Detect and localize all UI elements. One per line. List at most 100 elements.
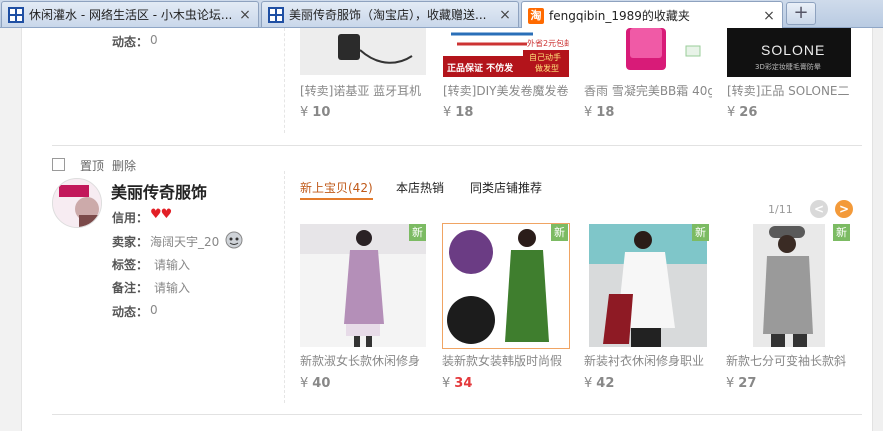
dynamic-label: 动态： <box>112 35 149 49</box>
tags-label: 标签： <box>112 258 149 272</box>
product-photo <box>753 224 825 347</box>
item-title[interactable]: [转卖]正品 SOLONE二 <box>727 82 855 99</box>
currency-symbol: ¥ <box>584 376 593 391</box>
item-title[interactable]: 装新款女装韩版时尚假 <box>442 352 570 369</box>
price-value: 26 <box>739 105 758 120</box>
divider <box>284 171 285 403</box>
store-name[interactable]: 美丽传奇服饰 <box>111 179 207 203</box>
close-icon[interactable]: × <box>238 7 252 23</box>
tab-similar-stores[interactable]: 同类店铺推荐 <box>470 179 542 196</box>
currency-symbol: ¥ <box>726 376 735 391</box>
store-avatar[interactable] <box>52 178 102 228</box>
close-icon[interactable]: × <box>762 8 776 24</box>
item-image[interactable] <box>753 224 825 347</box>
tags-input[interactable]: 请输入 <box>154 256 190 273</box>
price-value: 27 <box>738 376 757 391</box>
item-price: ¥18 <box>584 105 614 120</box>
browser-tab-strip: 休闲灌水 - 网络生活区 - 小木虫论坛... × 美丽传奇服饰（淘宝店），收藏… <box>0 0 883 29</box>
price-value: 18 <box>596 105 615 120</box>
item-price: ¥10 <box>300 105 330 120</box>
item-title[interactable]: 新款淑女长款休闲修身 <box>300 352 428 369</box>
item-price: ¥26 <box>727 105 757 120</box>
avatar-image <box>53 179 101 227</box>
tab-hot-sellers[interactable]: 本店热销 <box>396 179 444 196</box>
item-image[interactable] <box>584 28 710 77</box>
currency-symbol: ¥ <box>727 105 736 120</box>
next-page-button[interactable]: > <box>835 200 853 218</box>
seller-name[interactable]: 海阔天宇_20 <box>150 233 219 250</box>
item-image[interactable] <box>300 28 426 75</box>
price-value: 18 <box>455 105 474 120</box>
dynamic-value: 0 <box>150 33 158 47</box>
item-price: ¥34 <box>442 376 472 391</box>
site-icon <box>268 6 284 23</box>
seller-label: 卖家： <box>112 235 149 249</box>
tab-title: 休闲灌水 - 网络生活区 - 小木虫论坛... <box>29 8 233 22</box>
tab-title: fengqibin_1989的收藏夹 <box>549 9 690 23</box>
currency-symbol: ¥ <box>442 376 451 391</box>
browser-tab-store[interactable]: 美丽传奇服饰（淘宝店），收藏赠送... × <box>261 1 519 27</box>
currency-symbol: ¥ <box>300 376 309 391</box>
price-value: 42 <box>596 376 615 391</box>
new-badge: 新 <box>833 224 850 241</box>
item-image[interactable]: SOLONE 3D彩定妆睫毛膏防晕 <box>727 28 851 77</box>
taobao-icon: 淘 <box>528 7 544 24</box>
pager-indicator: 1/11 <box>768 203 793 216</box>
credit-label: 信用： <box>112 211 149 225</box>
item-title[interactable]: [转卖]DIY美发卷魔发卷 <box>443 82 571 99</box>
new-tab-button[interactable]: + <box>786 2 816 25</box>
item-title[interactable]: 新款七分可变袖长款斜 <box>726 352 854 369</box>
product-photo <box>589 224 707 347</box>
currency-symbol: ¥ <box>300 105 309 120</box>
item-title[interactable]: 新装衬衣休闲修身职业 <box>584 352 712 369</box>
item-image[interactable]: 外省2元包邮 正品保证 不仿发 自己动手 做发型 <box>443 28 569 77</box>
item-price: ¥18 <box>443 105 473 120</box>
pin-link[interactable]: 置顶 <box>80 157 104 174</box>
select-checkbox[interactable] <box>52 158 65 171</box>
price-value: 34 <box>454 376 473 391</box>
price-value: 40 <box>312 376 331 391</box>
bb-cream-image <box>584 28 710 77</box>
image-text: 正品保证 不仿发 <box>447 64 514 74</box>
right-gutter <box>872 28 883 431</box>
prev-page-button[interactable]: < <box>810 200 828 218</box>
tab-new-items[interactable]: 新上宝贝(42) <box>300 179 373 196</box>
currency-symbol: ¥ <box>584 105 593 120</box>
browser-tab-favorites[interactable]: 淘 fengqibin_1989的收藏夹 × <box>521 1 783 29</box>
site-icon <box>8 6 24 23</box>
dynamic-label: 动态： <box>112 305 149 319</box>
divider <box>284 28 285 133</box>
credit-heart-icon: ♥♥ <box>150 207 172 222</box>
close-icon[interactable]: × <box>498 7 512 23</box>
item-price: ¥42 <box>584 376 614 391</box>
item-image[interactable] <box>442 223 570 349</box>
wangwang-chat-icon[interactable] <box>225 231 243 249</box>
item-image[interactable] <box>589 224 707 347</box>
delete-link[interactable]: 删除 <box>112 157 136 174</box>
section-divider <box>52 414 862 415</box>
new-badge: 新 <box>409 224 426 241</box>
page: 动态： 0 [转卖]诺基亚 蓝牙耳机 ¥10 外省2元包邮 正品保证 不仿发 自… <box>0 28 883 431</box>
image-text: SOLONE <box>761 42 826 58</box>
browser-tab-forum[interactable]: 休闲灌水 - 网络生活区 - 小木虫论坛... × <box>1 1 259 27</box>
tab-title: 美丽传奇服饰（淘宝店），收藏赠送... <box>289 8 487 22</box>
earphone-image <box>300 28 426 75</box>
notes-label: 备注： <box>112 281 149 295</box>
active-tab-indicator <box>300 198 373 200</box>
image-text: 外省2元包邮 <box>527 39 569 48</box>
currency-symbol: ¥ <box>443 105 452 120</box>
item-price: ¥40 <box>300 376 330 391</box>
new-badge: 新 <box>551 224 568 241</box>
item-title[interactable]: 香雨 雪凝完美BB霜 40g <box>584 82 712 99</box>
new-badge: 新 <box>692 224 709 241</box>
product-photo <box>300 224 426 347</box>
image-text: 3D彩定妆睫毛膏防晕 <box>755 63 821 71</box>
item-price: ¥27 <box>726 376 756 391</box>
notes-input[interactable]: 请输入 <box>154 279 190 296</box>
item-title[interactable]: [转卖]诺基亚 蓝牙耳机 <box>300 82 428 99</box>
left-gutter <box>0 28 22 431</box>
item-image[interactable] <box>300 224 426 347</box>
price-value: 10 <box>312 105 331 120</box>
section-divider <box>52 145 862 146</box>
dynamic-value: 0 <box>150 303 158 317</box>
